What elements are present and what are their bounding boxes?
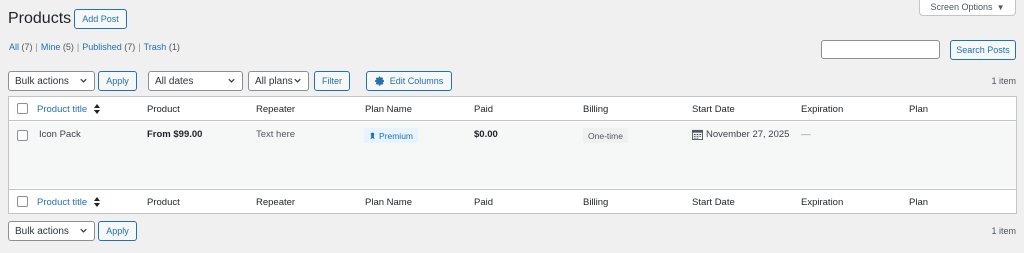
select-all-checkbox[interactable] bbox=[17, 103, 28, 114]
dates-select[interactable]: All dates bbox=[148, 71, 243, 91]
add-post-button[interactable]: Add Post bbox=[74, 9, 127, 29]
screen-options-label: Screen Options bbox=[930, 2, 993, 12]
bulk-actions-select[interactable]: Bulk actions bbox=[8, 71, 95, 91]
column-header-plan-name: Plan Name bbox=[365, 104, 412, 115]
sort-icon bbox=[93, 197, 100, 208]
edit-columns-button[interactable]: Edit Columns bbox=[366, 71, 452, 91]
billing-badge: One-time bbox=[583, 128, 628, 143]
products-table: Product title Product Repeater Plan Name… bbox=[8, 96, 1017, 214]
column-header-expiration: Expiration bbox=[801, 104, 844, 115]
column-footer-product-title[interactable]: Product title bbox=[37, 197, 100, 208]
paid-cell: $0.00 bbox=[474, 129, 498, 140]
search-input[interactable] bbox=[821, 40, 940, 59]
bulk-actions-value: Bulk actions bbox=[15, 75, 69, 87]
bulk-actions-value-bottom: Bulk actions bbox=[15, 225, 69, 237]
screen-options-button[interactable]: Screen Options ▼ bbox=[919, 0, 1016, 16]
column-footer-expiration: Expiration bbox=[801, 197, 844, 208]
filter-button[interactable]: Filter bbox=[314, 71, 350, 91]
column-header-billing: Billing bbox=[583, 104, 609, 115]
product-title-cell[interactable]: Icon Pack bbox=[39, 129, 81, 140]
column-footer-paid: Paid bbox=[474, 197, 494, 208]
repeater-cell: Text here bbox=[256, 129, 296, 140]
view-mine-link[interactable]: Mine (5) bbox=[41, 42, 74, 52]
column-header-product: Product bbox=[147, 104, 180, 115]
chevron-down-icon bbox=[228, 78, 235, 83]
start-date-cell: November 27, 2025 bbox=[692, 129, 789, 140]
view-all-link[interactable]: All (7) bbox=[9, 42, 33, 52]
column-header-repeater: Repeater bbox=[256, 104, 296, 115]
column-footer-plan: Plan bbox=[909, 197, 929, 208]
bulk-actions-select-bottom[interactable]: Bulk actions bbox=[8, 221, 95, 241]
sort-icon bbox=[93, 104, 100, 115]
item-count-top: 1 item bbox=[991, 76, 1016, 86]
apply-button-bottom[interactable]: Apply bbox=[98, 221, 137, 241]
gear-icon bbox=[374, 76, 384, 86]
views-filter: All (7) | Mine (5) | Published (7) | Trash (1) bbox=[9, 42, 180, 52]
page-title: Products bbox=[8, 10, 72, 27]
view-trash-link[interactable]: Trash (1) bbox=[144, 42, 180, 52]
plans-value: All plans bbox=[255, 75, 293, 87]
table-header: Product title Product Repeater Plan Name… bbox=[9, 97, 1016, 121]
select-all-checkbox-footer[interactable] bbox=[17, 196, 28, 207]
column-footer-plan-name: Plan Name bbox=[365, 197, 412, 208]
column-header-plan: Plan bbox=[909, 104, 929, 115]
column-header-product-title[interactable]: Product title bbox=[37, 104, 100, 115]
apply-button[interactable]: Apply bbox=[98, 71, 137, 91]
column-footer-billing: Billing bbox=[583, 197, 609, 208]
view-published-link[interactable]: Published (7) bbox=[82, 42, 135, 52]
calendar-icon bbox=[692, 129, 703, 140]
item-count-bottom: 1 item bbox=[991, 226, 1016, 236]
table-footer: Product title Product Repeater Plan Name… bbox=[9, 189, 1016, 213]
triangle-down-icon: ▼ bbox=[996, 2, 1005, 12]
table-row: Icon Pack From $99.00 Text here Premium … bbox=[9, 122, 1016, 188]
plan-name-badge: Premium bbox=[364, 128, 419, 143]
premium-icon bbox=[370, 132, 375, 139]
dates-value: All dates bbox=[155, 75, 194, 87]
product-price-cell: From $99.00 bbox=[147, 129, 203, 140]
plans-select[interactable]: All plans bbox=[248, 71, 309, 91]
column-header-start-date: Start Date bbox=[692, 104, 735, 115]
column-footer-start-date: Start Date bbox=[692, 197, 735, 208]
chevron-down-icon bbox=[80, 78, 87, 83]
expiration-cell: — bbox=[801, 129, 811, 140]
column-footer-product: Product bbox=[147, 197, 180, 208]
search-posts-button[interactable]: Search Posts bbox=[950, 40, 1016, 60]
column-footer-repeater: Repeater bbox=[256, 197, 296, 208]
row-checkbox[interactable] bbox=[17, 130, 28, 141]
chevron-down-icon bbox=[80, 228, 87, 233]
column-header-paid: Paid bbox=[474, 104, 494, 115]
chevron-down-icon bbox=[294, 78, 301, 83]
edit-columns-label: Edit Columns bbox=[389, 76, 444, 86]
